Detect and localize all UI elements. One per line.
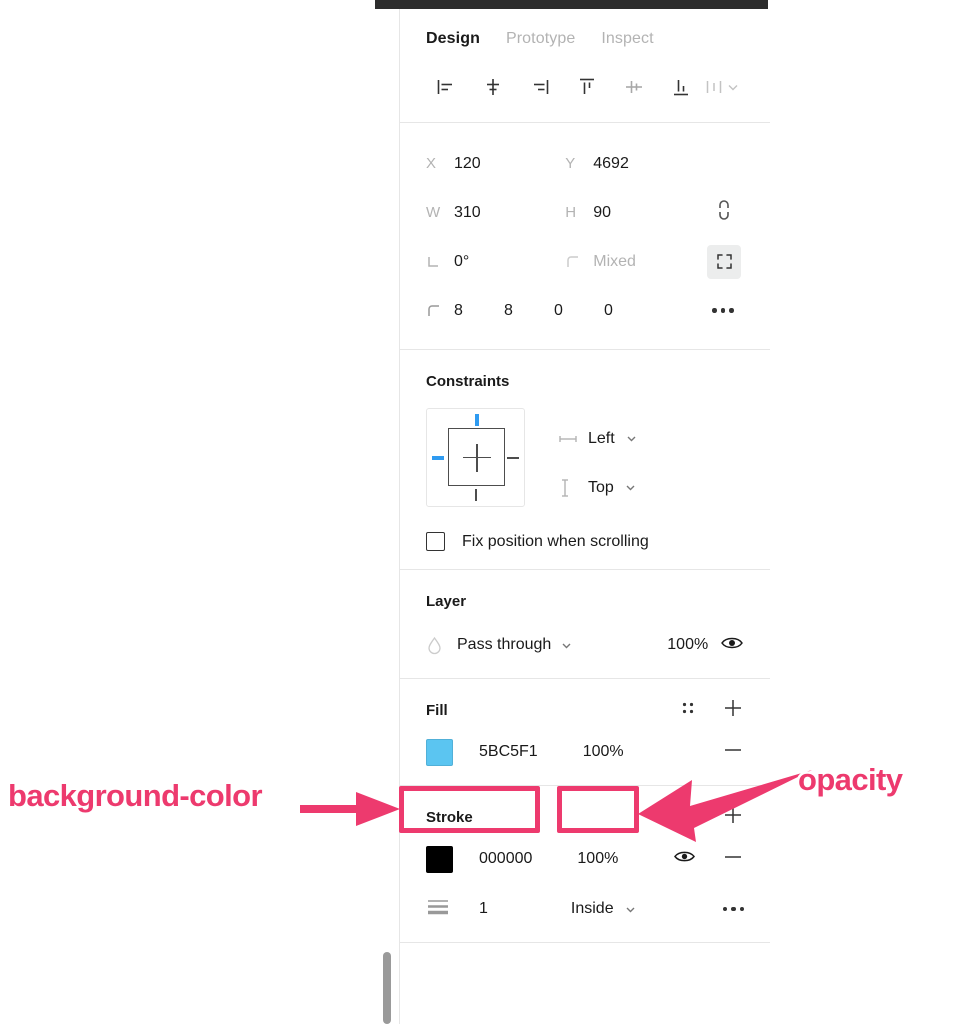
divider-stroke [400, 942, 770, 943]
rotation-icon [426, 253, 454, 271]
design-properties-panel: Design Prototype Inspect X 120 Y 4692 W … [399, 9, 770, 1024]
fix-position-label: Fix position when scrolling [462, 532, 649, 550]
stroke-opacity-value[interactable]: 100% [577, 850, 618, 868]
position-row: X 120 Y 4692 [426, 139, 744, 188]
x-value[interactable]: 120 [454, 155, 481, 173]
fill-opacity-value[interactable]: 100% [583, 743, 624, 761]
corner-radius-value[interactable]: Mixed [593, 253, 636, 271]
blend-mode-icon [426, 636, 457, 655]
constraint-marker-right[interactable] [507, 457, 519, 459]
corners-row: 8 8 0 0 [426, 286, 744, 335]
align-horizontal-center-icon[interactable] [469, 70, 516, 104]
align-left-icon[interactable] [422, 70, 469, 104]
x-field[interactable]: X 120 [426, 155, 565, 173]
height-field[interactable]: H 90 [565, 204, 704, 222]
fill-title: Fill [426, 701, 448, 719]
vertical-constraint-icon [558, 478, 588, 498]
corner-top-right-value[interactable]: 8 [504, 302, 554, 320]
corner-bottom-left-value[interactable]: 0 [604, 302, 654, 320]
align-vertical-center-icon[interactable] [610, 70, 657, 104]
fix-position-checkbox[interactable] [426, 532, 445, 551]
app-top-bar [375, 0, 768, 9]
layer-opacity-value[interactable]: 100% [667, 636, 708, 654]
add-fill-button[interactable] [722, 697, 744, 723]
fill-hex-value[interactable]: 5BC5F1 [479, 743, 538, 761]
y-value[interactable]: 4692 [593, 155, 629, 173]
tab-design[interactable]: Design [426, 30, 480, 48]
stroke-align-dropdown[interactable]: Inside [571, 900, 638, 918]
y-field[interactable]: Y 4692 [565, 155, 704, 173]
vertical-constraint-value: Top [588, 478, 614, 496]
corner-radius-icon [565, 253, 593, 271]
corner-radius-field[interactable]: Mixed [565, 253, 704, 271]
constraints-title: Constraints [426, 372, 510, 390]
stroke-more-options-icon[interactable] [722, 906, 744, 912]
horizontal-constraint-icon [558, 432, 588, 446]
layer-title: Layer [426, 592, 467, 610]
chevron-down-icon [626, 485, 635, 491]
width-value[interactable]: 310 [454, 204, 481, 222]
stroke-color-swatch[interactable] [426, 845, 453, 873]
rotation-row: 0° Mixed [426, 237, 744, 286]
stroke-visibility-icon[interactable] [673, 848, 696, 870]
align-right-icon[interactable] [516, 70, 563, 104]
constraints-section: Constraints Left Top Fix position when s… [400, 350, 770, 569]
fill-color-swatch[interactable] [426, 738, 453, 766]
y-label: Y [565, 155, 576, 172]
rotation-value[interactable]: 0° [454, 253, 469, 271]
constraint-marker-top[interactable] [475, 414, 479, 426]
chevron-down-icon [626, 907, 635, 912]
arrow-background-color [300, 792, 400, 826]
tab-prototype[interactable]: Prototype [506, 30, 575, 48]
horizontal-constraint-value: Left [588, 429, 615, 447]
panel-scrollbar[interactable] [383, 952, 391, 1024]
horizontal-constraint-dropdown[interactable]: Left [558, 414, 639, 463]
annotation-label-background-color: background-color [6, 778, 266, 814]
distribute-icon[interactable] [704, 76, 740, 98]
size-row: W 310 H 90 [426, 188, 744, 237]
rotation-field[interactable]: 0° [426, 253, 565, 271]
constraints-widget[interactable] [426, 408, 525, 507]
align-top-icon[interactable] [563, 70, 610, 104]
height-label: H [565, 204, 577, 221]
x-label: X [426, 155, 437, 172]
geometry-properties: X 120 Y 4692 W 310 H 90 0° Mixed 8 8 0 0 [400, 123, 770, 349]
height-value[interactable]: 90 [593, 204, 611, 222]
stroke-align-value: Inside [570, 900, 614, 917]
corners-icon [426, 302, 454, 320]
vertical-constraint-dropdown[interactable]: Top [558, 463, 639, 512]
layer-section: Layer Pass through 100% [400, 570, 770, 678]
arrow-opacity [638, 770, 812, 842]
stroke-title: Stroke [426, 808, 473, 826]
align-bottom-icon[interactable] [657, 70, 704, 104]
blend-mode-value[interactable]: Pass through [457, 636, 551, 654]
corner-bottom-right-value[interactable]: 0 [554, 302, 604, 320]
lock-aspect-ratio-icon[interactable] [714, 197, 734, 228]
constraint-marker-left[interactable] [432, 456, 444, 460]
stroke-paint-row: 000000 100% [426, 844, 744, 874]
width-field[interactable]: W 310 [426, 204, 565, 222]
panel-tabs: Design Prototype Inspect [400, 9, 770, 64]
layer-visibility-icon[interactable] [720, 634, 744, 657]
screenshot-root: Design Prototype Inspect X 120 Y 4692 W … [0, 0, 967, 1024]
independent-corners-toggle[interactable] [707, 244, 742, 279]
annotation-label-opacity: opacity [795, 762, 905, 798]
stroke-weight-value[interactable]: 1 [479, 900, 488, 918]
chevron-down-icon [728, 85, 738, 91]
alignment-toolbar [400, 64, 770, 122]
stroke-weight-icon[interactable] [426, 897, 453, 922]
constraint-marker-bottom[interactable] [475, 489, 477, 501]
stroke-weight-row: 1 Inside [426, 894, 744, 924]
corner-top-left-value[interactable]: 8 [454, 302, 504, 320]
fix-position-checkbox-row[interactable]: Fix position when scrolling [426, 532, 744, 551]
fill-styles-icon[interactable] [680, 700, 696, 720]
tab-inspect[interactable]: Inspect [601, 30, 653, 48]
width-label: W [426, 204, 441, 221]
stroke-hex-value[interactable]: 000000 [479, 850, 532, 868]
remove-stroke-button[interactable] [722, 846, 744, 873]
corners-more-options-icon[interactable] [712, 308, 734, 313]
chevron-down-icon [627, 436, 636, 442]
chevron-down-icon [562, 643, 571, 648]
